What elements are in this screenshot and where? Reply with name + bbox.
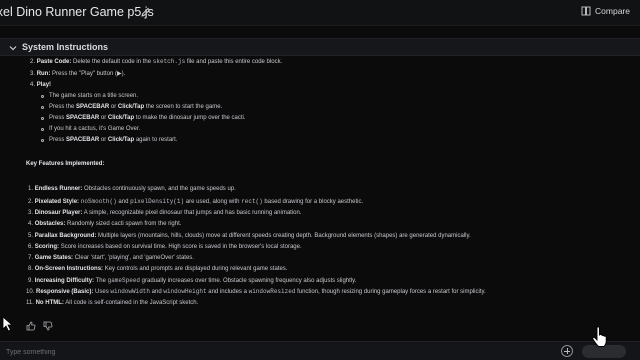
chevron-down-icon bbox=[9, 46, 17, 51]
list-item: 3. Dinosaur Player: A simple, recognizab… bbox=[28, 210, 302, 216]
bullet-icon bbox=[41, 128, 44, 131]
thumbs-down-icon[interactable] bbox=[43, 321, 53, 331]
prompt-title: ixel Dino Runner Game p5.js bbox=[0, 5, 154, 19]
list-item: 3. Run: Press the "Play" button (▶). bbox=[30, 71, 126, 77]
top-bar: ixel Dino Runner Game p5.js Compare bbox=[0, 0, 640, 26]
list-item: Press SPACEBAR or Click/Tap to make the … bbox=[49, 115, 246, 121]
list-item: 6. Scoring: Score increases based on sur… bbox=[28, 244, 302, 250]
pencil-icon[interactable] bbox=[140, 6, 152, 18]
list-item: If you hit a cactus, it's Game Over. bbox=[49, 126, 141, 132]
thumbs-up-icon[interactable] bbox=[26, 321, 36, 331]
list-item: 11. No HTML: All code is self-contained … bbox=[26, 300, 199, 306]
prompt-input[interactable] bbox=[6, 346, 546, 358]
list-item: Press SPACEBAR or Click/Tap again to res… bbox=[49, 137, 178, 143]
list-item: 4. Obstacles: Randomly sized cacti spawn… bbox=[28, 221, 182, 227]
bullet-icon bbox=[41, 117, 44, 120]
compare-button[interactable]: Compare bbox=[581, 6, 630, 16]
mouse-pointer-icon bbox=[2, 316, 14, 332]
prompt-input-bar bbox=[0, 341, 640, 360]
section-heading: Key Features Implemented: bbox=[26, 161, 105, 167]
hand-pointer-icon bbox=[592, 326, 607, 347]
list-item: 5. Parallax Background: Multiple layers … bbox=[28, 233, 471, 239]
list-item: 10. Responsive (Basic): Uses windowWidth… bbox=[26, 288, 486, 295]
list-item: Press the SPACEBAR or Click/Tap the scre… bbox=[49, 104, 223, 110]
system-instructions-label: System Instructions bbox=[22, 42, 109, 52]
list-item: 7. Game States: Clear 'start', 'playing'… bbox=[28, 255, 194, 261]
compare-label: Compare bbox=[595, 6, 630, 16]
list-item: 9. Increasing Difficulty: The gameSpeed … bbox=[28, 277, 357, 284]
list-item: 1. Endless Runner: Obstacles continuousl… bbox=[28, 186, 236, 192]
bullet-icon bbox=[41, 106, 44, 109]
system-instructions-toggle[interactable]: System Instructions bbox=[0, 38, 640, 56]
response-content: 2. Paste Code: Delete the default code i… bbox=[0, 57, 640, 315]
list-item: 4. Play! bbox=[30, 82, 52, 88]
add-icon[interactable] bbox=[561, 345, 573, 357]
list-item: The game starts on a title screen. bbox=[49, 93, 139, 99]
compare-icon bbox=[581, 6, 591, 16]
list-item: 2. Pixelated Style: noSmooth() and pixel… bbox=[28, 198, 364, 205]
list-item: 8. On-Screen Instructions: Key controls … bbox=[28, 266, 288, 272]
list-item: 2. Paste Code: Delete the default code i… bbox=[30, 58, 283, 65]
bullet-icon bbox=[41, 139, 44, 142]
feedback-row bbox=[26, 321, 53, 331]
bullet-icon bbox=[41, 95, 44, 98]
